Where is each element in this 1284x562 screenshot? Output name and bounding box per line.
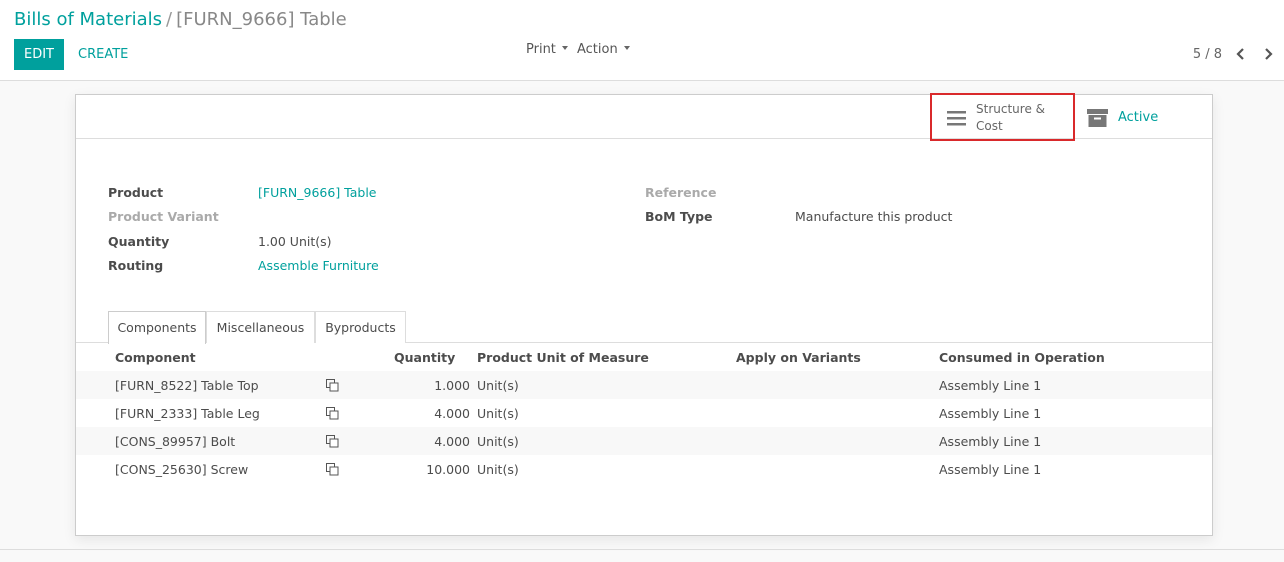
structure-cost-button[interactable]: Structure & Cost	[930, 93, 1075, 141]
row-operation: Assembly Line 1	[939, 434, 1042, 449]
structure-cost-label: Structure & Cost	[976, 102, 1045, 133]
tab-miscellaneous[interactable]: Miscellaneous	[206, 311, 315, 343]
column-header-uom[interactable]: Product Unit of Measure	[477, 350, 649, 365]
table-row[interactable]: [FURN_2333] Table Leg 4.000 Unit(s) Asse…	[76, 399, 1212, 427]
pager-value[interactable]: 5 / 8	[1193, 47, 1222, 62]
product-label: Product	[108, 185, 164, 200]
row-component: [FURN_2333] Table Leg	[115, 406, 260, 421]
row-component: [CONS_89957] Bolt	[115, 434, 236, 449]
row-component: [CONS_25630] Screw	[115, 462, 249, 477]
product-value[interactable]: [FURN_9666] Table	[258, 185, 377, 200]
copy-icon[interactable]	[326, 435, 339, 448]
row-uom: Unit(s)	[477, 434, 519, 449]
tab-components[interactable]: Components	[108, 311, 206, 344]
breadcrumb-separator: /	[166, 9, 173, 30]
column-header-component[interactable]: Component	[115, 350, 196, 365]
routing-label: Routing	[108, 258, 164, 273]
row-uom: Unit(s)	[477, 462, 519, 477]
bottom-divider	[0, 549, 1284, 550]
row-quantity: 4.000	[434, 434, 470, 449]
action-dropdown[interactable]: Action	[577, 42, 630, 57]
product-variant-label: Product Variant	[108, 209, 219, 224]
table-header: Component Quantity Product Unit of Measu…	[76, 343, 1212, 373]
pager-next-button[interactable]	[1260, 45, 1276, 63]
print-dropdown[interactable]: Print	[526, 42, 568, 57]
row-component: [FURN_8522] Table Top	[115, 378, 259, 393]
control-panel: Bills of Materials / [FURN_9666] Table EDI…	[0, 0, 1284, 81]
caret-down-icon	[623, 46, 630, 50]
archive-icon	[1087, 109, 1108, 127]
form-sheet: Structure & Cost Active Product [FURN_96…	[75, 93, 1213, 536]
routing-value[interactable]: Assemble Furniture	[258, 258, 379, 273]
table-row[interactable]: [CONS_89957] Bolt 4.000 Unit(s) Assembly…	[76, 427, 1212, 455]
row-operation: Assembly Line 1	[939, 462, 1042, 477]
print-dropdown-label: Print	[526, 42, 556, 57]
row-operation: Assembly Line 1	[939, 378, 1042, 393]
chevron-left-icon	[1236, 48, 1244, 60]
bom-type-value: Manufacture this product	[795, 209, 953, 224]
pager-previous-button[interactable]	[1233, 45, 1249, 63]
tab-byproducts[interactable]: Byproducts	[315, 311, 406, 343]
table-row[interactable]: [FURN_8522] Table Top 1.000 Unit(s) Asse…	[76, 371, 1212, 399]
quantity-value: 1.00 Unit(s)	[258, 234, 332, 249]
breadcrumb-parent-link[interactable]: Bills of Materials	[14, 9, 162, 30]
caret-down-icon	[561, 46, 568, 50]
row-quantity: 1.000	[434, 378, 470, 393]
column-header-operation[interactable]: Consumed in Operation	[939, 350, 1105, 365]
column-header-quantity[interactable]: Quantity	[394, 350, 455, 365]
breadcrumb: Bills of Materials / [FURN_9666] Table	[14, 9, 347, 30]
breadcrumb-current: [FURN_9666] Table	[176, 9, 347, 30]
row-operation: Assembly Line 1	[939, 406, 1042, 421]
active-toggle-button[interactable]: Active	[1087, 95, 1187, 139]
column-header-variants[interactable]: Apply on Variants	[736, 350, 861, 365]
button-box: Structure & Cost Active	[76, 93, 1212, 141]
action-dropdown-label: Action	[577, 42, 618, 57]
copy-icon[interactable]	[326, 407, 339, 420]
bars-icon	[947, 111, 966, 126]
copy-icon[interactable]	[326, 463, 339, 476]
reference-label: Reference	[645, 185, 717, 200]
edit-button[interactable]: EDIT	[14, 39, 64, 70]
table-row[interactable]: [CONS_25630] Screw 10.000 Unit(s) Assemb…	[76, 455, 1212, 483]
row-uom: Unit(s)	[477, 406, 519, 421]
create-button[interactable]: CREATE	[78, 47, 128, 62]
quantity-label: Quantity	[108, 234, 170, 249]
chevron-right-icon	[1265, 48, 1273, 60]
row-quantity: 10.000	[426, 462, 470, 477]
active-label: Active	[1118, 110, 1159, 125]
row-uom: Unit(s)	[477, 378, 519, 393]
copy-icon[interactable]	[326, 379, 339, 392]
bom-type-label: BoM Type	[645, 209, 713, 224]
row-quantity: 4.000	[434, 406, 470, 421]
